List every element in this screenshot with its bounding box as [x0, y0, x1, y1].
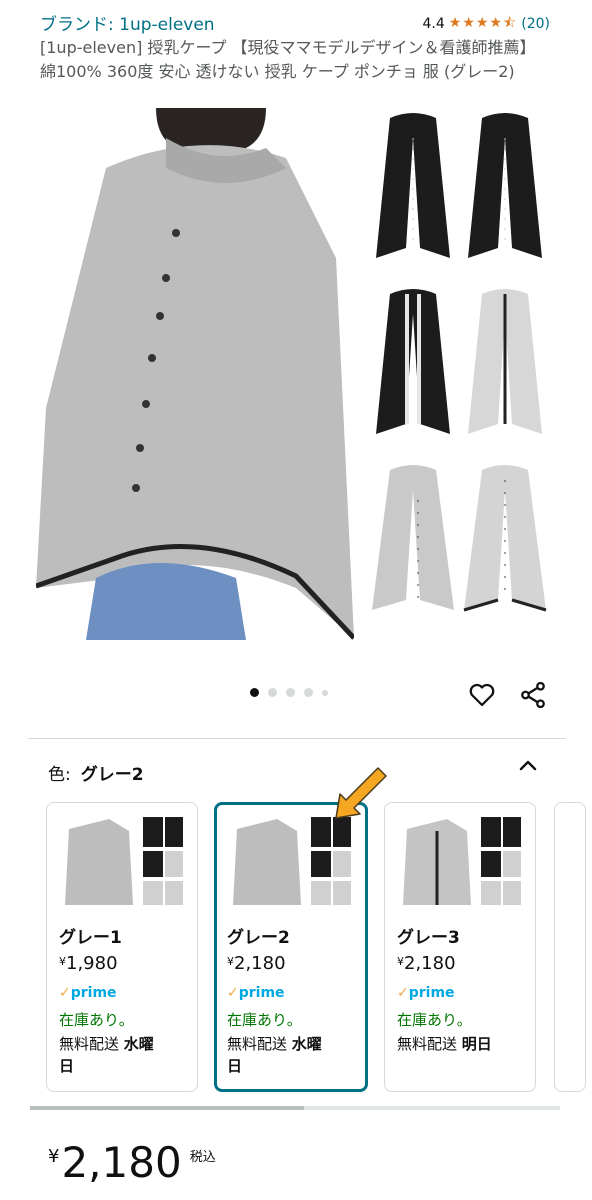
- annotation-arrow-icon: [330, 764, 390, 824]
- variant-price: ¥2,180: [397, 953, 456, 974]
- variant-price: ¥2,180: [227, 953, 286, 974]
- rating[interactable]: 4.4 ★★★★⯪ (20): [423, 12, 550, 36]
- gallery-thumb[interactable]: [370, 284, 456, 444]
- rating-value: 4.4: [422, 16, 445, 32]
- variant-scroll-thumb[interactable]: [30, 1106, 304, 1110]
- rating-count[interactable]: (20): [521, 16, 550, 32]
- chevron-up-icon[interactable]: [516, 754, 540, 778]
- prime-badge: ✓prime: [397, 985, 455, 1001]
- share-icon[interactable]: [518, 680, 548, 710]
- stock-status: 在庫あり。: [227, 1011, 302, 1029]
- variant-name: グレー1: [59, 928, 122, 948]
- gallery-thumb[interactable]: [462, 284, 548, 444]
- shipping-info: 無料配送 水曜日: [59, 1035, 154, 1075]
- shipping-info: 無料配送 明日: [397, 1035, 492, 1053]
- divider: [28, 738, 566, 739]
- product-price: ¥2,180 税込: [48, 1138, 216, 1187]
- tax-label: 税込: [189, 1150, 216, 1165]
- variant-card[interactable]: グレー1 ¥1,980 ✓prime 在庫あり。 無料配送 水曜日: [46, 802, 198, 1092]
- gallery-thumb[interactable]: [370, 460, 456, 620]
- carousel-dots[interactable]: [250, 688, 328, 697]
- main-product-image[interactable]: [36, 108, 354, 640]
- stock-status: 在庫あり。: [397, 1011, 472, 1029]
- variant-list[interactable]: グレー1 ¥1,980 ✓prime 在庫あり。 無料配送 水曜日 グレー2 ¥…: [46, 802, 586, 1092]
- brand-link[interactable]: ブランド: 1up-eleven: [40, 10, 215, 35]
- variant-image: [59, 811, 185, 905]
- prime-badge: ✓prime: [59, 985, 117, 1001]
- carousel-dot[interactable]: [268, 688, 277, 697]
- prime-check-icon: ✓: [227, 985, 239, 1001]
- gallery-thumb[interactable]: [462, 460, 548, 620]
- star-rating-icon: ★★★★⯪: [448, 15, 518, 31]
- variant-card-selected[interactable]: グレー2 ¥2,180 ✓prime 在庫あり。 無料配送 水曜日: [214, 802, 368, 1092]
- shipping-info: 無料配送 水曜日: [227, 1035, 322, 1075]
- carousel-dot[interactable]: [322, 689, 328, 696]
- variant-image: [227, 811, 353, 905]
- variant-image: [397, 811, 523, 905]
- color-label: 色:: [48, 765, 71, 785]
- variant-price: ¥1,980: [59, 953, 118, 974]
- price-currency: ¥: [48, 1146, 60, 1167]
- color-selector-label: 色: グレー2: [48, 760, 144, 785]
- stock-status: 在庫あり。: [59, 1011, 134, 1029]
- gallery-thumb[interactable]: [370, 108, 456, 268]
- variant-card-partial[interactable]: [554, 802, 586, 1092]
- selected-color: グレー2: [80, 765, 144, 785]
- price-amount: 2,180: [61, 1138, 182, 1187]
- prime-badge: ✓prime: [227, 985, 285, 1001]
- variant-name: グレー3: [397, 928, 460, 948]
- brand-row: ブランド: 1up-eleven 4.4 ★★★★⯪ (20): [40, 10, 550, 36]
- gallery-thumb[interactable]: [462, 108, 548, 268]
- variant-card[interactable]: グレー3 ¥2,180 ✓prime 在庫あり。 無料配送 明日: [384, 802, 536, 1092]
- product-title: [1up-eleven] 授乳ケープ 【現役ママモデルデザイン＆看護師推薦】 綿…: [40, 38, 536, 81]
- carousel-dot[interactable]: [304, 688, 313, 697]
- prime-check-icon: ✓: [59, 985, 71, 1001]
- carousel-dot[interactable]: [286, 688, 295, 697]
- image-gallery[interactable]: [0, 108, 592, 648]
- heart-icon[interactable]: [467, 680, 497, 710]
- variant-name: グレー2: [227, 928, 290, 948]
- carousel-dot[interactable]: [250, 688, 259, 697]
- prime-check-icon: ✓: [397, 985, 409, 1001]
